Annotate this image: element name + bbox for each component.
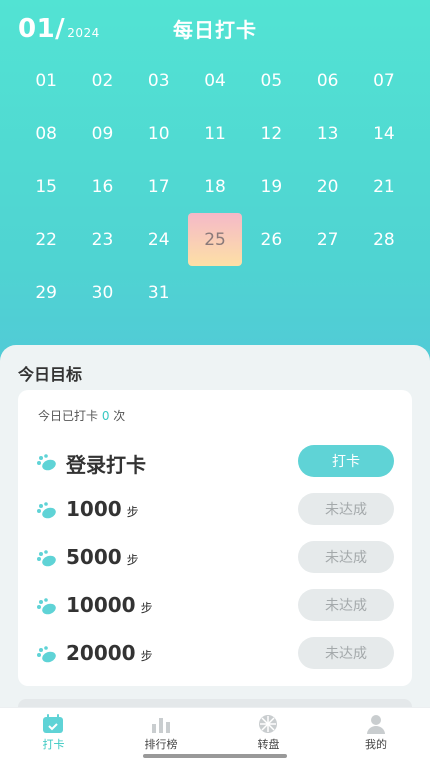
calendar-day[interactable]: 10 bbox=[131, 107, 187, 160]
not-achieved-button[interactable]: 未达成 bbox=[298, 637, 394, 669]
user-icon bbox=[364, 714, 388, 734]
goals-panel: 今日目标 今日已打卡 0 次 登录打卡 打卡 1000 步未达成 5000 步未达成 100… bbox=[0, 345, 430, 715]
home-indicator[interactable] bbox=[143, 754, 287, 758]
tab-label: 转盘 bbox=[257, 738, 280, 751]
calendar-day[interactable]: 20 bbox=[299, 160, 355, 213]
count-prefix: 今日已打卡 bbox=[38, 409, 102, 423]
page-title: 每日打卡 bbox=[173, 18, 257, 42]
tab-checkin[interactable]: 打卡 bbox=[0, 708, 107, 758]
bar-chart-icon bbox=[149, 714, 173, 734]
calendar-day[interactable]: 08 bbox=[18, 107, 74, 160]
calendar-day-today[interactable]: 25 bbox=[187, 213, 243, 266]
calendar-day[interactable]: 17 bbox=[131, 160, 187, 213]
footprint-icon bbox=[36, 502, 58, 520]
calendar-day[interactable]: 01 bbox=[18, 54, 74, 107]
goal-label: 登录打卡 bbox=[66, 449, 151, 478]
goal-value: 登录打卡 bbox=[66, 453, 146, 477]
tab-mine[interactable]: 我的 bbox=[323, 708, 430, 758]
calendar-day[interactable]: 02 bbox=[74, 54, 130, 107]
goal-label: 10000 步 bbox=[66, 593, 153, 617]
calendar-day[interactable]: 06 bbox=[299, 54, 355, 107]
calendar-day[interactable]: 11 bbox=[187, 107, 243, 160]
calendar-day[interactable]: 21 bbox=[356, 160, 412, 213]
footprint-icon bbox=[36, 598, 58, 616]
calendar-day[interactable]: 04 bbox=[187, 54, 243, 107]
calendar-day[interactable]: 23 bbox=[74, 213, 130, 266]
calendar-day[interactable]: 07 bbox=[356, 54, 412, 107]
calendar-day[interactable]: 30 bbox=[74, 266, 130, 319]
calendar-day[interactable]: 05 bbox=[243, 54, 299, 107]
count-suffix: 次 bbox=[109, 409, 126, 423]
header: 01/2024 每日打卡 bbox=[0, 0, 430, 56]
goal-label: 5000 步 bbox=[66, 545, 139, 569]
calendar-day[interactable]: 19 bbox=[243, 160, 299, 213]
goal-unit: 步 bbox=[140, 601, 153, 615]
footprint-icon bbox=[36, 454, 58, 472]
checkin-count: 今日已打卡 0 次 bbox=[38, 407, 125, 424]
goal-row: 20000 步 未达成 bbox=[36, 637, 394, 673]
goal-unit: 步 bbox=[126, 505, 139, 519]
goal-row: 10000 步 未达成 bbox=[36, 589, 394, 625]
calendar-day[interactable]: 18 bbox=[187, 160, 243, 213]
calendar-day[interactable]: 22 bbox=[18, 213, 74, 266]
goal-unit: 步 bbox=[126, 553, 139, 567]
tab-label: 排行榜 bbox=[144, 738, 178, 751]
goal-row: 1000 步 未达成 bbox=[36, 493, 394, 529]
calendar-day[interactable]: 03 bbox=[131, 54, 187, 107]
wheel-icon bbox=[256, 714, 280, 734]
calendar-day[interactable]: 26 bbox=[243, 213, 299, 266]
footprint-icon bbox=[36, 550, 58, 568]
calendar-grid: 01 02 03 04 05 06 07 08 09 10 11 12 13 14 15 16 17 18 19 20… bbox=[18, 54, 412, 319]
tab-label: 我的 bbox=[365, 738, 387, 751]
goal-value: 5000 bbox=[66, 545, 122, 569]
goal-value: 10000 bbox=[66, 593, 136, 617]
tab-wheel[interactable]: 转盘 bbox=[215, 708, 322, 758]
calendar-day[interactable]: 31 bbox=[131, 266, 187, 319]
goal-label: 1000 步 bbox=[66, 497, 139, 521]
calendar-day[interactable]: 09 bbox=[74, 107, 130, 160]
goal-label: 20000 步 bbox=[66, 641, 153, 665]
calendar-day[interactable]: 14 bbox=[356, 107, 412, 160]
calendar-day[interactable]: 28 bbox=[356, 213, 412, 266]
goals-card: 今日已打卡 0 次 登录打卡 打卡 1000 步未达成 5000 步未达成 10000 步未达… bbox=[18, 390, 412, 686]
calendar-day[interactable]: 13 bbox=[299, 107, 355, 160]
footprint-icon bbox=[36, 646, 58, 664]
calendar-day[interactable]: 24 bbox=[131, 213, 187, 266]
calendar-day[interactable]: 29 bbox=[18, 266, 74, 319]
goal-unit: 步 bbox=[140, 649, 153, 663]
calendar-day[interactable]: 16 bbox=[74, 160, 130, 213]
not-achieved-button[interactable]: 未达成 bbox=[298, 493, 394, 525]
calendar-day[interactable]: 27 bbox=[299, 213, 355, 266]
checkin-button[interactable]: 打卡 bbox=[298, 445, 394, 477]
goal-value: 20000 bbox=[66, 641, 136, 665]
panel-title: 今日目标 bbox=[18, 365, 83, 384]
not-achieved-button[interactable]: 未达成 bbox=[298, 589, 394, 621]
calendar-day[interactable]: 15 bbox=[18, 160, 74, 213]
tab-ranking[interactable]: 排行榜 bbox=[108, 708, 215, 758]
goal-value: 1000 bbox=[66, 497, 122, 521]
calendar-day[interactable]: 12 bbox=[243, 107, 299, 160]
calendar-check-icon bbox=[41, 714, 65, 734]
goal-row: 登录打卡 打卡 bbox=[36, 445, 394, 481]
not-achieved-button[interactable]: 未达成 bbox=[298, 541, 394, 573]
tab-label: 打卡 bbox=[42, 738, 65, 751]
goal-row: 5000 步 未达成 bbox=[36, 541, 394, 577]
